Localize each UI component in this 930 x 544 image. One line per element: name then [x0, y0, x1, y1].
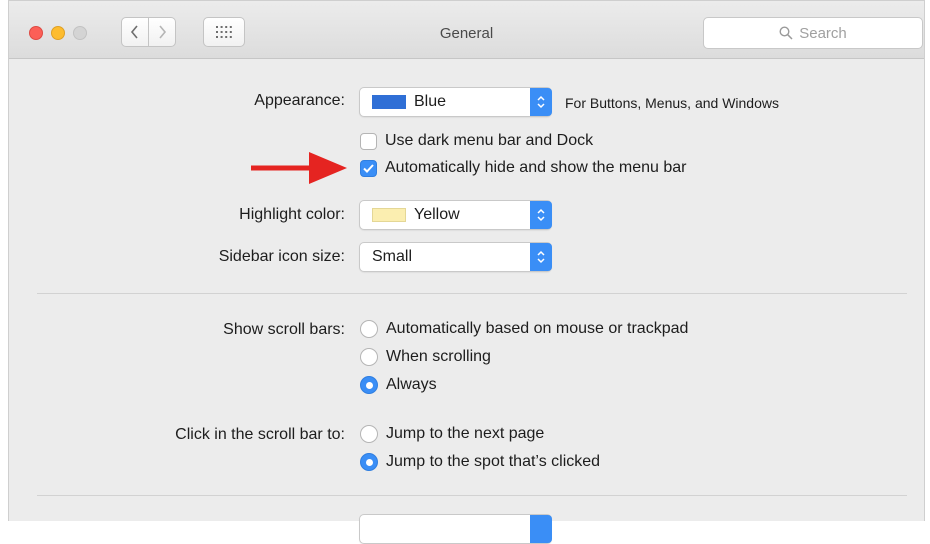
click-scroll-option-next-page[interactable]: Jump to the next page: [360, 425, 544, 443]
scroll-bars-option-auto[interactable]: Automatically based on mouse or trackpad: [360, 320, 688, 338]
click-scroll-spot-label: Jump to the spot that’s clicked: [386, 453, 601, 470]
sidebar-icon-size-popup[interactable]: Small: [359, 242, 552, 272]
checkmark-icon: [363, 163, 374, 173]
appearance-label: Appearance:: [254, 92, 345, 109]
preferences-window: General Search Appearance: Blue For Butt…: [8, 0, 925, 544]
scroll-bars-auto-label: Automatically based on mouse or trackpad: [386, 320, 689, 337]
autohide-menu-bar-label: Automatically hide and show the menu bar: [385, 159, 687, 176]
scroll-bars-always-label: Always: [386, 376, 437, 393]
sidebar-icon-size-value: Small: [372, 248, 413, 265]
click-scroll-next-page-radio[interactable]: [360, 425, 378, 443]
search-icon: [779, 26, 793, 40]
click-scroll-bar-label: Click in the scroll bar to:: [175, 426, 345, 443]
highlight-popup[interactable]: Yellow: [359, 200, 552, 230]
scroll-bars-scrolling-label: When scrolling: [386, 348, 491, 365]
autohide-menu-bar-checkbox[interactable]: [360, 159, 377, 177]
scroll-bars-option-scrolling[interactable]: When scrolling: [360, 348, 491, 366]
autohide-menu-bar-option[interactable]: Automatically hide and show the menu bar: [360, 159, 687, 177]
separator: [37, 495, 907, 496]
highlight-swatch: [372, 208, 406, 222]
separator: [37, 293, 907, 294]
popup-arrows-icon: [530, 88, 552, 116]
cut-off-popup[interactable]: [359, 514, 552, 544]
highlight-value: Yellow: [414, 206, 460, 223]
dark-menu-bar-option[interactable]: Use dark menu bar and Dock: [360, 132, 593, 150]
appearance-popup[interactable]: Blue: [359, 87, 552, 117]
scroll-bars-auto-radio[interactable]: [360, 320, 378, 338]
popup-arrows-icon: [530, 243, 552, 271]
appearance-swatch: [372, 95, 406, 109]
popup-arrows-icon: [530, 515, 552, 543]
sidebar-icon-size-label: Sidebar icon size:: [218, 248, 345, 265]
scroll-bars-scrolling-radio[interactable]: [360, 348, 378, 366]
appearance-value: Blue: [414, 93, 447, 110]
search-field[interactable]: Search: [703, 17, 923, 49]
search-placeholder: Search: [799, 24, 847, 42]
appearance-note: For Buttons, Menus, and Windows: [565, 95, 779, 111]
highlight-label: Highlight color:: [239, 206, 345, 223]
scroll-bars-always-radio[interactable]: [360, 376, 378, 394]
scroll-bars-label: Show scroll bars:: [223, 321, 345, 338]
scroll-bars-option-always[interactable]: Always: [360, 376, 437, 394]
click-scroll-option-spot[interactable]: Jump to the spot that’s clicked: [360, 453, 600, 471]
dark-menu-bar-checkbox[interactable]: [360, 132, 377, 150]
red-arrow-annotation: [251, 152, 347, 184]
title-bar: General Search: [9, 1, 924, 59]
click-scroll-next-page-label: Jump to the next page: [386, 425, 545, 442]
popup-arrows-icon: [530, 201, 552, 229]
dark-menu-bar-label: Use dark menu bar and Dock: [385, 132, 594, 149]
click-scroll-spot-radio[interactable]: [360, 453, 378, 471]
